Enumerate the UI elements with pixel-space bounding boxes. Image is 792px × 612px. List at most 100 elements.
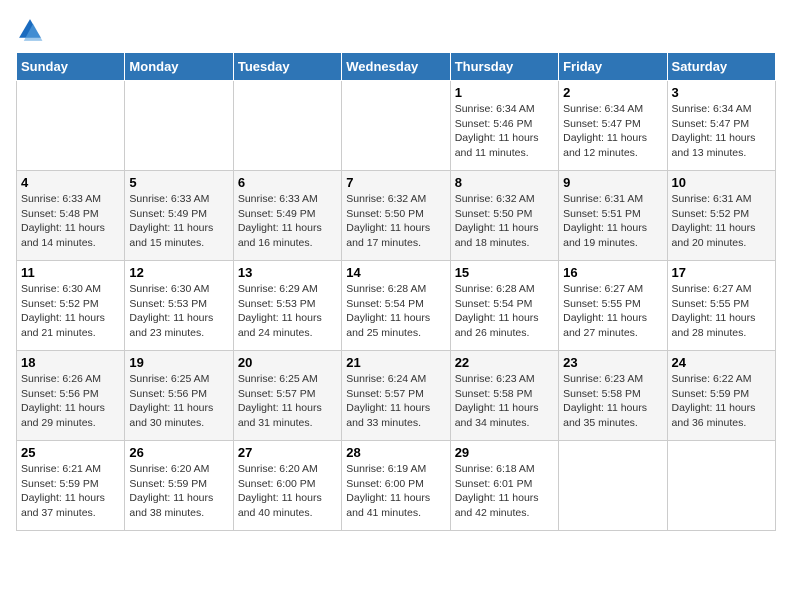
calendar-day-cell: 12 Sunrise: 6:30 AM Sunset: 5:53 PM Dayli…: [125, 261, 233, 351]
calendar-day-cell: 16 Sunrise: 6:27 AM Sunset: 5:55 PM Dayli…: [559, 261, 667, 351]
calendar-day-cell: 21 Sunrise: 6:24 AM Sunset: 5:57 PM Dayli…: [342, 351, 450, 441]
day-of-week-header: Sunday: [17, 53, 125, 81]
day-number: 1: [455, 85, 554, 100]
day-number: 24: [672, 355, 771, 370]
day-number: 15: [455, 265, 554, 280]
day-number: 4: [21, 175, 120, 190]
day-info: Sunrise: 6:25 AM Sunset: 5:56 PM Dayligh…: [129, 372, 228, 431]
day-number: 9: [563, 175, 662, 190]
day-info: Sunrise: 6:21 AM Sunset: 5:59 PM Dayligh…: [21, 462, 120, 521]
day-number: 21: [346, 355, 445, 370]
day-number: 27: [238, 445, 337, 460]
day-info: Sunrise: 6:33 AM Sunset: 5:49 PM Dayligh…: [238, 192, 337, 251]
calendar-week-row: 1 Sunrise: 6:34 AM Sunset: 5:46 PM Daylig…: [17, 81, 776, 171]
calendar-day-cell: 6Sunrise: 6:33 AM Sunset: 5:49 PM Daylig…: [233, 171, 341, 261]
day-of-week-header: Thursday: [450, 53, 558, 81]
day-info: Sunrise: 6:28 AM Sunset: 5:54 PM Dayligh…: [455, 282, 554, 341]
day-info: Sunrise: 6:24 AM Sunset: 5:57 PM Dayligh…: [346, 372, 445, 431]
calendar-day-cell: 23 Sunrise: 6:23 AM Sunset: 5:58 PM Dayli…: [559, 351, 667, 441]
calendar-day-cell: 1 Sunrise: 6:34 AM Sunset: 5:46 PM Daylig…: [450, 81, 558, 171]
calendar-day-cell: 9 Sunrise: 6:31 AM Sunset: 5:51 PM Daylig…: [559, 171, 667, 261]
day-of-week-header: Monday: [125, 53, 233, 81]
day-number: 14: [346, 265, 445, 280]
day-number: 18: [21, 355, 120, 370]
day-number: 17: [672, 265, 771, 280]
day-number: 23: [563, 355, 662, 370]
day-info: Sunrise: 6:18 AM Sunset: 6:01 PM Dayligh…: [455, 462, 554, 521]
calendar-day-cell: 8Sunrise: 6:32 AM Sunset: 5:50 PM Daylig…: [450, 171, 558, 261]
logo-icon: [16, 16, 44, 44]
day-info: Sunrise: 6:33 AM Sunset: 5:48 PM Dayligh…: [21, 192, 120, 251]
day-number: 29: [455, 445, 554, 460]
day-info: Sunrise: 6:26 AM Sunset: 5:56 PM Dayligh…: [21, 372, 120, 431]
day-info: Sunrise: 6:33 AM Sunset: 5:49 PM Dayligh…: [129, 192, 228, 251]
day-number: 26: [129, 445, 228, 460]
day-of-week-header: Saturday: [667, 53, 775, 81]
calendar-day-cell: 13 Sunrise: 6:29 AM Sunset: 5:53 PM Dayli…: [233, 261, 341, 351]
calendar-day-cell: 22 Sunrise: 6:23 AM Sunset: 5:58 PM Dayli…: [450, 351, 558, 441]
calendar-week-row: 11 Sunrise: 6:30 AM Sunset: 5:52 PM Dayli…: [17, 261, 776, 351]
calendar-day-cell: 28 Sunrise: 6:19 AM Sunset: 6:00 PM Dayli…: [342, 441, 450, 531]
day-info: Sunrise: 6:27 AM Sunset: 5:55 PM Dayligh…: [563, 282, 662, 341]
calendar-day-cell: 18 Sunrise: 6:26 AM Sunset: 5:56 PM Dayli…: [17, 351, 125, 441]
calendar-week-row: 18 Sunrise: 6:26 AM Sunset: 5:56 PM Dayli…: [17, 351, 776, 441]
day-info: Sunrise: 6:23 AM Sunset: 5:58 PM Dayligh…: [563, 372, 662, 431]
day-info: Sunrise: 6:22 AM Sunset: 5:59 PM Dayligh…: [672, 372, 771, 431]
day-info: Sunrise: 6:32 AM Sunset: 5:50 PM Dayligh…: [346, 192, 445, 251]
day-info: Sunrise: 6:19 AM Sunset: 6:00 PM Dayligh…: [346, 462, 445, 521]
calendar-day-cell: 14Sunrise: 6:28 AM Sunset: 5:54 PM Dayli…: [342, 261, 450, 351]
calendar-day-cell: 10 Sunrise: 6:31 AM Sunset: 5:52 PM Dayli…: [667, 171, 775, 261]
calendar-header-row: SundayMondayTuesdayWednesdayThursdayFrid…: [17, 53, 776, 81]
day-number: 22: [455, 355, 554, 370]
day-number: 12: [129, 265, 228, 280]
calendar-day-cell: 4 Sunrise: 6:33 AM Sunset: 5:48 PM Daylig…: [17, 171, 125, 261]
calendar-day-cell: 7 Sunrise: 6:32 AM Sunset: 5:50 PM Daylig…: [342, 171, 450, 261]
calendar-day-cell: [125, 81, 233, 171]
day-number: 20: [238, 355, 337, 370]
day-info: Sunrise: 6:30 AM Sunset: 5:53 PM Dayligh…: [129, 282, 228, 341]
calendar-day-cell: 27 Sunrise: 6:20 AM Sunset: 6:00 PM Dayli…: [233, 441, 341, 531]
calendar-day-cell: [559, 441, 667, 531]
day-number: 28: [346, 445, 445, 460]
calendar-day-cell: 26 Sunrise: 6:20 AM Sunset: 5:59 PM Dayli…: [125, 441, 233, 531]
day-info: Sunrise: 6:20 AM Sunset: 6:00 PM Dayligh…: [238, 462, 337, 521]
calendar-day-cell: [233, 81, 341, 171]
day-number: 2: [563, 85, 662, 100]
day-of-week-header: Wednesday: [342, 53, 450, 81]
day-of-week-header: Tuesday: [233, 53, 341, 81]
day-number: 5: [129, 175, 228, 190]
day-number: 25: [21, 445, 120, 460]
page-header: [16, 16, 776, 44]
calendar-day-cell: 20Sunrise: 6:25 AM Sunset: 5:57 PM Dayli…: [233, 351, 341, 441]
calendar-day-cell: 2 Sunrise: 6:34 AM Sunset: 5:47 PM Daylig…: [559, 81, 667, 171]
day-info: Sunrise: 6:31 AM Sunset: 5:52 PM Dayligh…: [672, 192, 771, 251]
day-number: 7: [346, 175, 445, 190]
day-number: 13: [238, 265, 337, 280]
logo: [16, 16, 48, 44]
day-info: Sunrise: 6:30 AM Sunset: 5:52 PM Dayligh…: [21, 282, 120, 341]
calendar-day-cell: 11 Sunrise: 6:30 AM Sunset: 5:52 PM Dayli…: [17, 261, 125, 351]
calendar-day-cell: 3 Sunrise: 6:34 AM Sunset: 5:47 PM Daylig…: [667, 81, 775, 171]
day-number: 16: [563, 265, 662, 280]
day-number: 10: [672, 175, 771, 190]
day-info: Sunrise: 6:34 AM Sunset: 5:47 PM Dayligh…: [672, 102, 771, 161]
day-info: Sunrise: 6:34 AM Sunset: 5:46 PM Dayligh…: [455, 102, 554, 161]
day-number: 19: [129, 355, 228, 370]
day-info: Sunrise: 6:27 AM Sunset: 5:55 PM Dayligh…: [672, 282, 771, 341]
day-info: Sunrise: 6:23 AM Sunset: 5:58 PM Dayligh…: [455, 372, 554, 431]
day-of-week-header: Friday: [559, 53, 667, 81]
calendar-day-cell: 19 Sunrise: 6:25 AM Sunset: 5:56 PM Dayli…: [125, 351, 233, 441]
day-info: Sunrise: 6:31 AM Sunset: 5:51 PM Dayligh…: [563, 192, 662, 251]
calendar-day-cell: 24 Sunrise: 6:22 AM Sunset: 5:59 PM Dayli…: [667, 351, 775, 441]
calendar-day-cell: 15 Sunrise: 6:28 AM Sunset: 5:54 PM Dayli…: [450, 261, 558, 351]
day-info: Sunrise: 6:32 AM Sunset: 5:50 PM Dayligh…: [455, 192, 554, 251]
calendar-day-cell: [17, 81, 125, 171]
day-number: 3: [672, 85, 771, 100]
day-number: 11: [21, 265, 120, 280]
day-info: Sunrise: 6:20 AM Sunset: 5:59 PM Dayligh…: [129, 462, 228, 521]
calendar-day-cell: 17 Sunrise: 6:27 AM Sunset: 5:55 PM Dayli…: [667, 261, 775, 351]
day-info: Sunrise: 6:34 AM Sunset: 5:47 PM Dayligh…: [563, 102, 662, 161]
calendar-week-row: 4 Sunrise: 6:33 AM Sunset: 5:48 PM Daylig…: [17, 171, 776, 261]
calendar-day-cell: 5 Sunrise: 6:33 AM Sunset: 5:49 PM Daylig…: [125, 171, 233, 261]
day-info: Sunrise: 6:29 AM Sunset: 5:53 PM Dayligh…: [238, 282, 337, 341]
